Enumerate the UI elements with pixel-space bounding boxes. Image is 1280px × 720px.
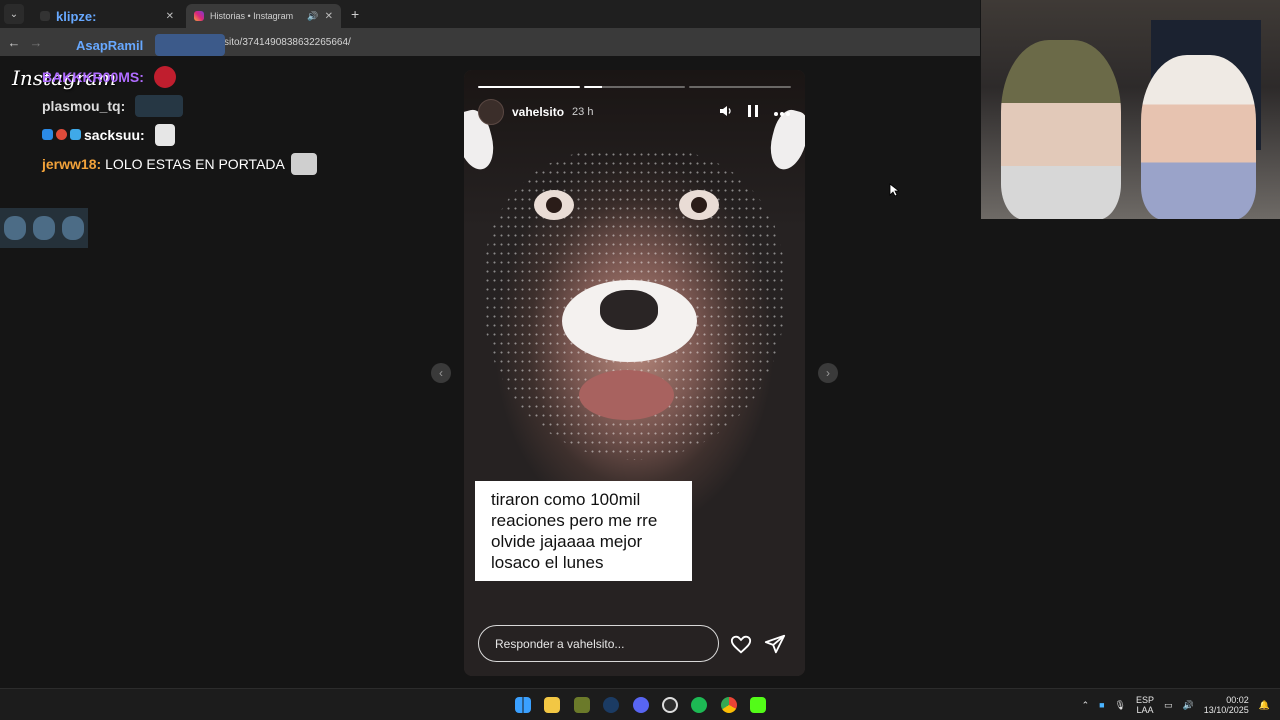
speaker-icon[interactable]: 🔊 bbox=[307, 11, 318, 22]
chat-message-text: LOLO ESTAS EN PORTADA bbox=[105, 155, 285, 172]
instagram-icon bbox=[194, 11, 204, 21]
tab-instagram[interactable]: Historias • Instagram 🔊 ✕ bbox=[186, 4, 341, 28]
desktop: ⌄ klipze: ✕ Historias • Instagram 🔊 ✕ + … bbox=[0, 0, 1280, 720]
story-time: 23 h bbox=[572, 106, 594, 118]
send-icon[interactable] bbox=[764, 633, 786, 655]
emote-image bbox=[154, 123, 175, 146]
app-icon[interactable] bbox=[574, 697, 590, 713]
language-indicator[interactable]: ESP LAA bbox=[1136, 695, 1154, 715]
close-tab-icon[interactable]: ✕ bbox=[166, 11, 174, 22]
tab-label: Historias • Instagram bbox=[210, 11, 294, 21]
kick-icon[interactable] bbox=[750, 697, 766, 713]
chat-message: BAKKKR00MS: bbox=[42, 62, 362, 91]
security-icon[interactable]: ■ bbox=[1099, 700, 1104, 710]
notification-icon[interactable]: 🔔 bbox=[1259, 700, 1270, 711]
language-bottom: LAA bbox=[1136, 705, 1154, 715]
chat-message: plasmou_tq: bbox=[42, 91, 362, 120]
close-tab-icon[interactable]: ✕ bbox=[325, 11, 333, 22]
back-icon[interactable]: ← bbox=[6, 35, 22, 50]
pause-icon[interactable] bbox=[747, 104, 759, 121]
badge-icon bbox=[42, 129, 53, 140]
chat-username: plasmou_tq: bbox=[42, 97, 126, 114]
mouse-cursor bbox=[889, 183, 901, 202]
reply-input[interactable]: Responder a vahelsito... bbox=[478, 625, 719, 662]
story-progress-bar bbox=[478, 86, 792, 88]
x-icon bbox=[40, 11, 50, 21]
chrome-icon[interactable] bbox=[721, 697, 737, 713]
taskbar: ⌃ ■ 🎙 ESP LAA ▭ 🔊 00:02 13/10/2025 🔔 bbox=[0, 688, 1280, 720]
chat-username: BAKKKR00MS: bbox=[42, 68, 144, 85]
avatar[interactable] bbox=[478, 99, 504, 125]
tab-search-dropdown-icon[interactable]: ⌄ bbox=[4, 4, 24, 24]
emote-image bbox=[0, 208, 88, 248]
story-mouth bbox=[579, 370, 674, 420]
progress-segment bbox=[478, 86, 580, 88]
story-eye bbox=[679, 190, 719, 220]
url-field[interactable]: sito/3741490838632265664/ bbox=[224, 37, 351, 48]
story-controls bbox=[719, 104, 791, 121]
network-icon[interactable]: ▭ bbox=[1164, 700, 1173, 711]
clock-time: 00:02 bbox=[1226, 695, 1249, 705]
spotify-icon[interactable] bbox=[691, 697, 707, 713]
chevron-up-icon[interactable]: ⌃ bbox=[1082, 700, 1090, 711]
webcam-person-right bbox=[1141, 55, 1256, 219]
chat-username: jerww18: bbox=[42, 155, 102, 172]
story-header: vahelsito 23 h bbox=[478, 99, 791, 125]
badge-icon bbox=[56, 129, 67, 140]
clock[interactable]: 00:02 13/10/2025 bbox=[1204, 695, 1249, 715]
emote-image bbox=[153, 65, 176, 88]
badge-icon bbox=[70, 129, 81, 140]
obs-icon[interactable] bbox=[662, 697, 678, 713]
volume-icon[interactable]: 🔊 bbox=[1183, 700, 1194, 711]
overlay-top-username: AsapRamil bbox=[76, 37, 144, 53]
file-explorer-icon[interactable] bbox=[544, 697, 560, 713]
instagram-story: vahelsito 23 h tiraron como 100mil reaci… bbox=[464, 70, 805, 676]
chat-username: sacksuu: bbox=[84, 126, 145, 143]
language-top: ESP bbox=[1135, 695, 1154, 705]
steam-icon[interactable] bbox=[603, 697, 619, 713]
emote-image bbox=[135, 94, 184, 117]
new-tab-icon[interactable]: + bbox=[351, 6, 359, 22]
system-tray: ⌃ ■ 🎙 ESP LAA ▭ 🔊 00:02 13/10/2025 🔔 bbox=[1082, 689, 1270, 720]
progress-segment bbox=[583, 86, 686, 88]
chat-message: sacksuu: bbox=[42, 120, 362, 149]
overlay-top-row: AsapRamil bbox=[36, 34, 226, 56]
tab-label: klipze: bbox=[56, 8, 97, 24]
tab-klipze[interactable]: klipze: ✕ bbox=[32, 4, 182, 28]
webcam-person-left bbox=[1001, 40, 1121, 219]
previous-story-icon[interactable]: ‹ bbox=[431, 363, 451, 383]
emote-image bbox=[290, 152, 317, 175]
story-filter-nose bbox=[562, 280, 697, 362]
windows-start-icon[interactable] bbox=[515, 697, 531, 713]
next-story-icon[interactable]: › bbox=[818, 363, 838, 383]
progress-segment bbox=[689, 86, 792, 88]
more-options-icon[interactable] bbox=[773, 104, 791, 120]
heart-icon[interactable] bbox=[730, 633, 752, 655]
story-username[interactable]: vahelsito bbox=[512, 105, 564, 119]
clock-date: 13/10/2025 bbox=[1203, 705, 1249, 715]
browser-tab-bar: ⌄ klipze: ✕ Historias • Instagram 🔊 ✕ + bbox=[0, 0, 980, 28]
story-caption: tiraron como 100mil reaciones pero me rr… bbox=[475, 481, 692, 581]
emote-image bbox=[155, 34, 226, 56]
microphone-icon[interactable]: 🎙 bbox=[1115, 700, 1126, 711]
story-eye bbox=[534, 190, 574, 220]
webcam-feed bbox=[981, 0, 1280, 219]
discord-icon[interactable] bbox=[633, 697, 649, 713]
chat-message: jerww18: LOLO ESTAS EN PORTADA bbox=[42, 149, 362, 178]
volume-icon[interactable] bbox=[719, 104, 733, 121]
stream-chat: BAKKKR00MS: plasmou_tq: sacksuu: jerww18… bbox=[42, 62, 362, 178]
